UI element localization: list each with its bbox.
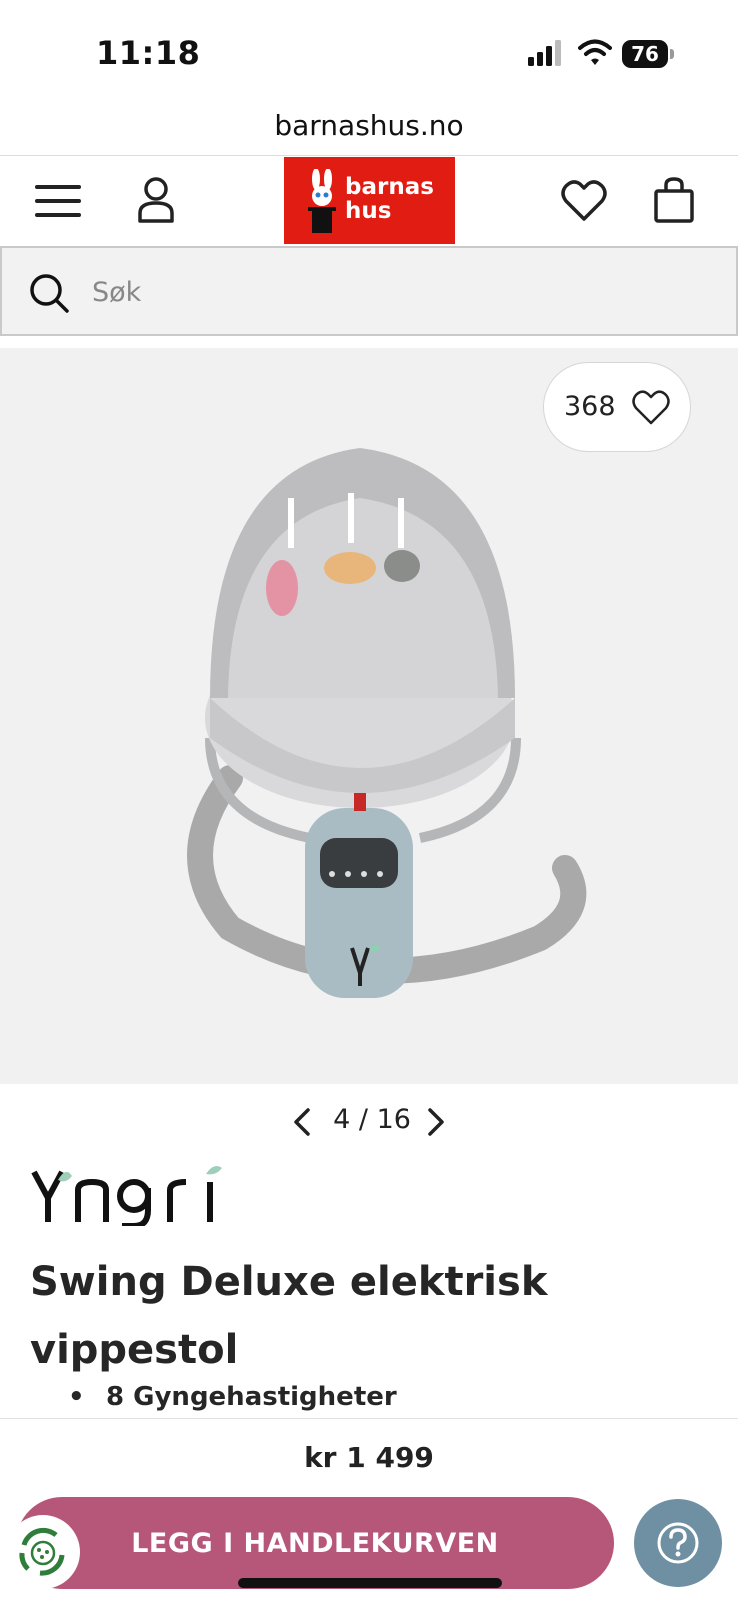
home-indicator xyxy=(238,1578,502,1588)
search-input[interactable] xyxy=(92,270,692,314)
favorite-count: 368 xyxy=(564,391,616,422)
status-time: 11:18 xyxy=(96,34,201,72)
battery-tip xyxy=(670,49,674,59)
search-icon[interactable] xyxy=(28,272,70,314)
pager-indicator: 4 / 16 xyxy=(324,1104,420,1135)
sticky-purchase-bar: kr 1 499 LEGG I HANDLEKURVEN xyxy=(0,1418,738,1600)
battery-level: 76 xyxy=(622,40,668,68)
heart-outline-icon xyxy=(632,390,670,425)
recycle-badge[interactable] xyxy=(6,1515,80,1589)
feature-item: 8 Gyngehastigheter xyxy=(68,1382,397,1412)
bunny-logo-icon xyxy=(308,169,336,233)
shopping-bag-icon[interactable] xyxy=(648,175,700,227)
chevron-left-icon[interactable] xyxy=(286,1104,320,1140)
address-bar[interactable]: barnashus.no xyxy=(0,100,738,156)
pager-total: 16 xyxy=(376,1104,411,1135)
signal-icon xyxy=(528,40,561,66)
heart-icon[interactable] xyxy=(558,175,610,227)
add-to-cart-button[interactable]: LEGG I HANDLEKURVEN xyxy=(16,1497,614,1589)
product-image-gallery[interactable]: 368 xyxy=(0,348,738,1084)
help-button[interactable] xyxy=(634,1499,722,1587)
chevron-right-icon[interactable] xyxy=(418,1104,452,1140)
menu-icon[interactable] xyxy=(32,175,84,227)
logo-line-2: hus xyxy=(345,198,392,224)
product-price: kr 1 499 xyxy=(304,1441,434,1474)
question-mark-icon xyxy=(657,1522,699,1564)
site-header: barnas hus xyxy=(0,157,738,245)
feature-list: 8 Gyngehastigheter xyxy=(68,1382,397,1412)
search-bar xyxy=(0,246,738,336)
pager-current: 4 xyxy=(333,1104,351,1135)
status-bar: 11:18 76 xyxy=(0,0,738,100)
pager-separator: / xyxy=(358,1104,368,1135)
barnashus-logo[interactable]: barnas hus xyxy=(284,157,455,244)
wifi-icon xyxy=(578,39,612,65)
brand-logo-yngri[interactable] xyxy=(30,1160,240,1226)
product-title: Swing Deluxe elektrisk vippestol xyxy=(30,1259,548,1373)
user-icon[interactable] xyxy=(130,175,182,227)
baby-swing-product-image xyxy=(187,448,587,998)
battery-icon: 76 xyxy=(622,40,674,68)
logo-text: barnas hus xyxy=(345,175,434,223)
recycle-icon xyxy=(19,1527,65,1576)
image-pager: 4 / 16 xyxy=(0,1100,738,1144)
logo-line-1: barnas xyxy=(345,174,434,200)
